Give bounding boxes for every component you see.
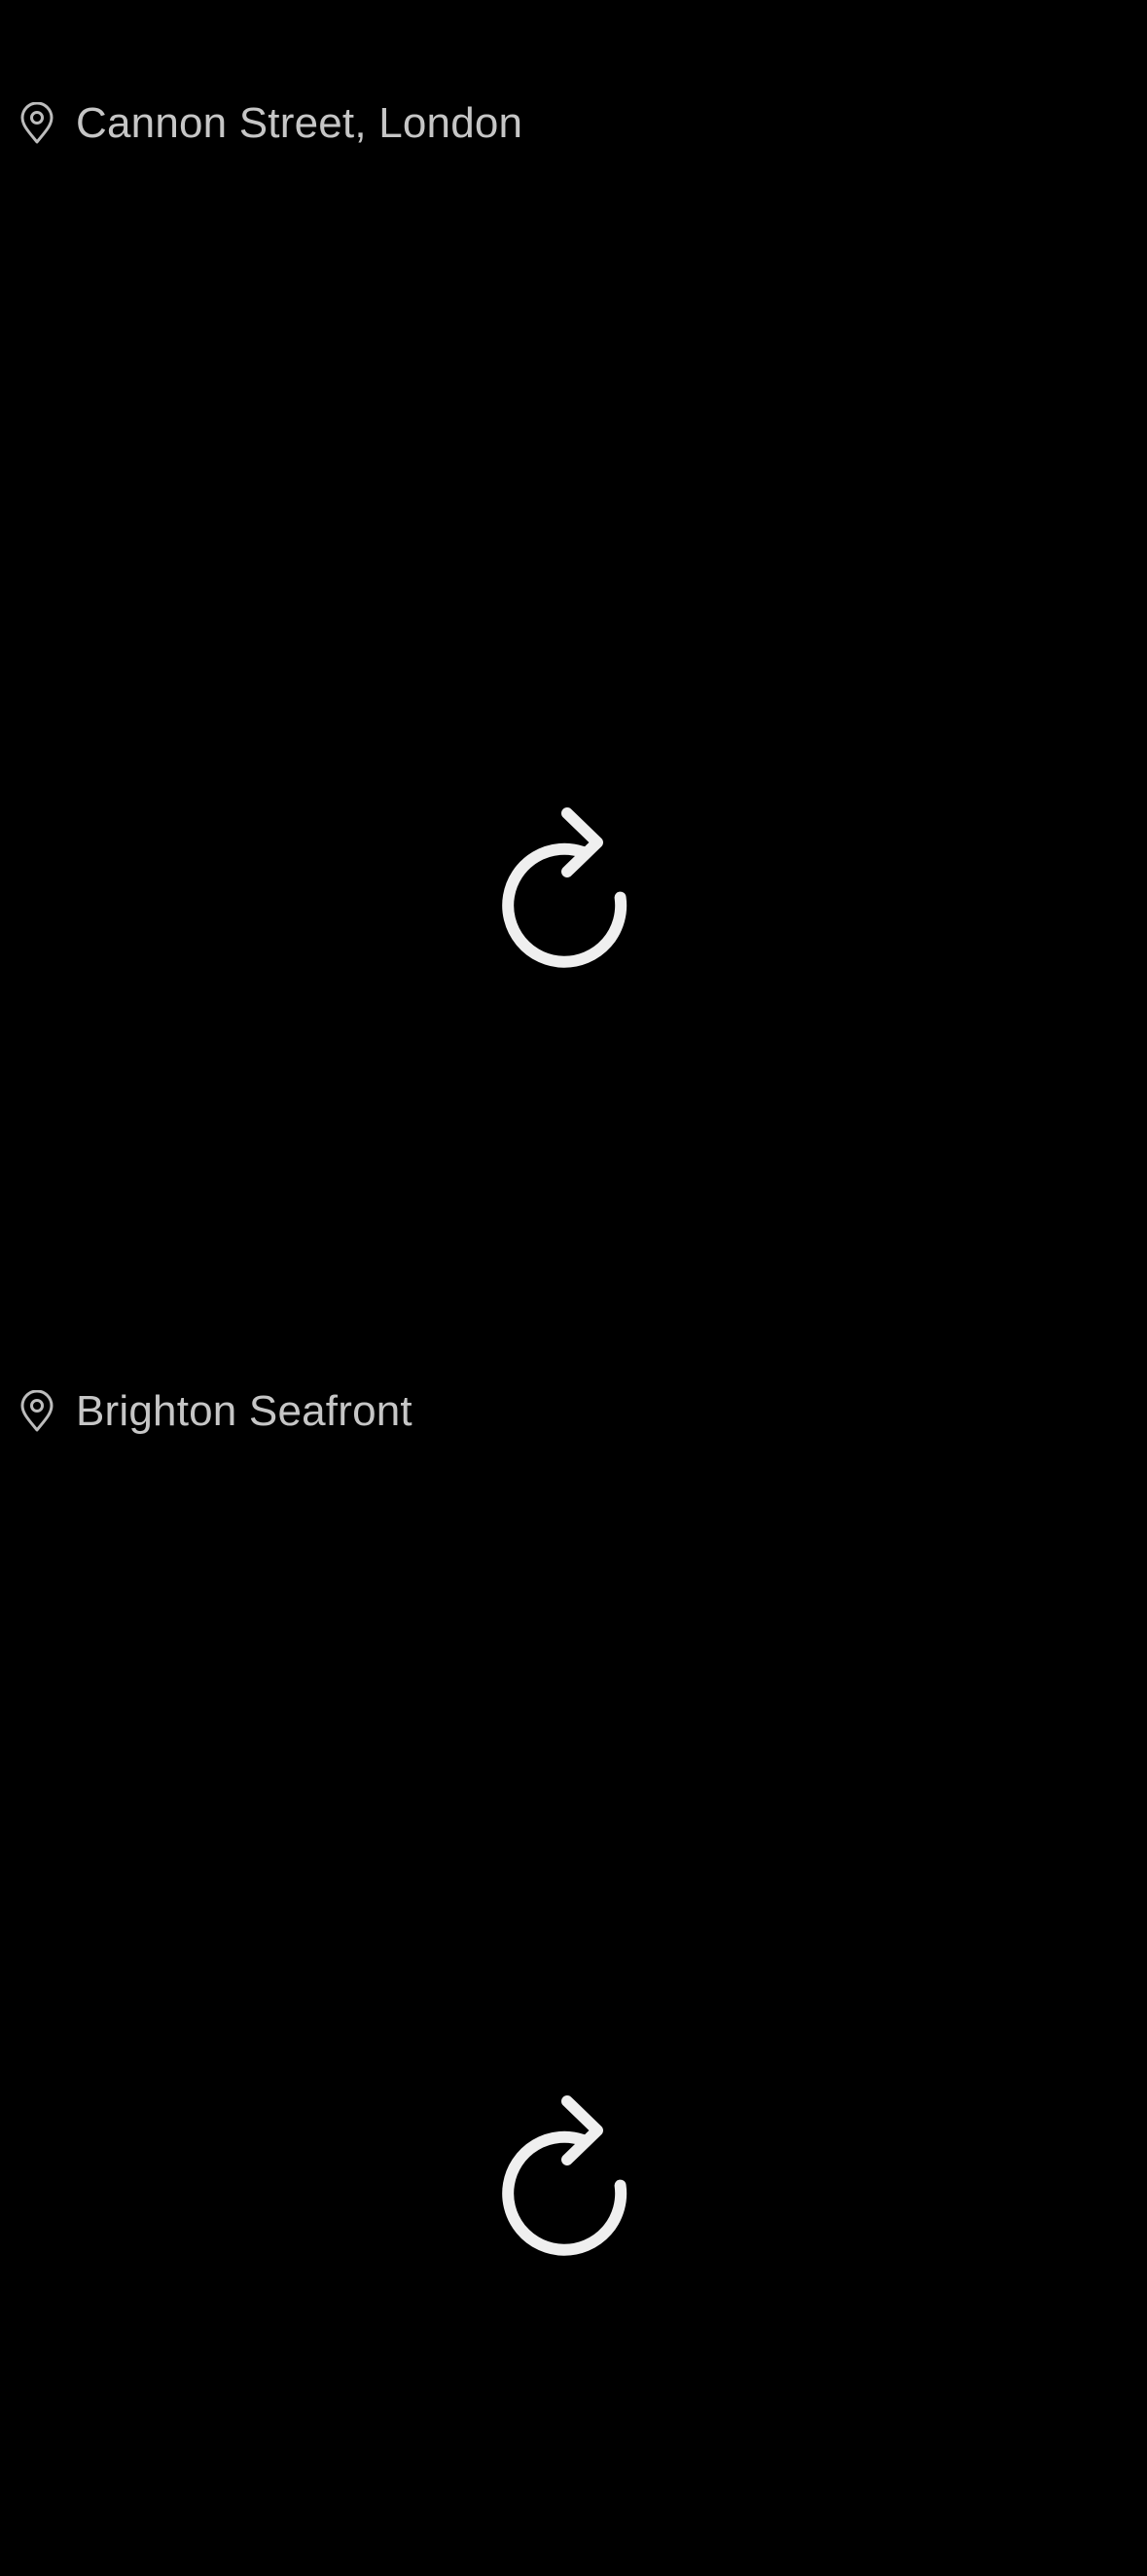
location-label: Cannon Street, London — [76, 99, 523, 147]
feed: Cannon Street, London Brighton Seafront — [0, 0, 1147, 2487]
reload-button[interactable] — [500, 2095, 646, 2261]
post-media-placeholder — [0, 1473, 1147, 2523]
reload-button[interactable] — [500, 807, 646, 973]
map-pin-icon — [19, 1390, 54, 1433]
map-pin-icon — [19, 102, 54, 145]
post-location[interactable]: Cannon Street, London — [19, 95, 522, 152]
feed-post: Cannon Street, London — [0, 0, 1147, 1288]
post-media-placeholder — [0, 185, 1147, 1235]
feed-post: Brighton Seafront — [0, 1288, 1147, 2576]
reload-icon — [502, 2095, 627, 2256]
location-label: Brighton Seafront — [76, 1387, 412, 1435]
reload-icon — [502, 807, 627, 968]
post-location[interactable]: Brighton Seafront — [19, 1383, 412, 1440]
